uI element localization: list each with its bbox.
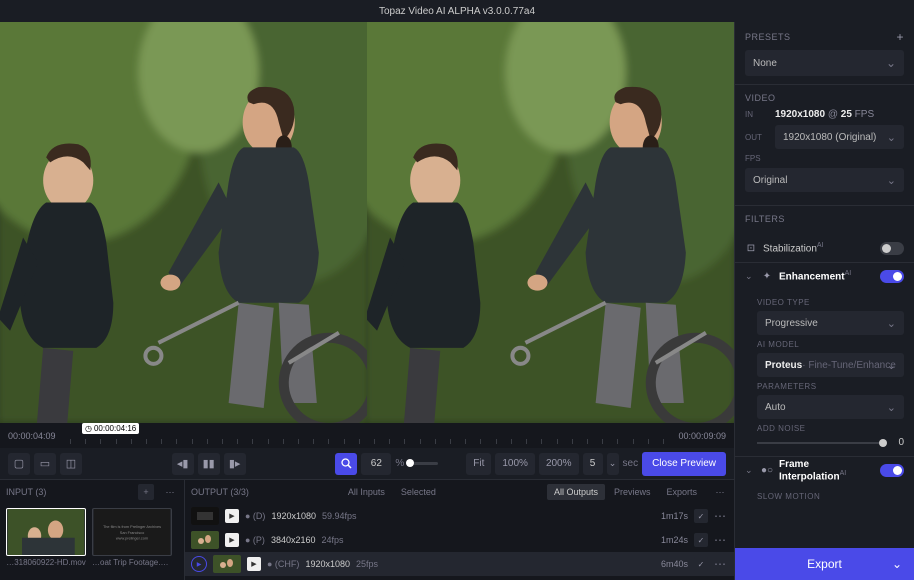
svg-text:San Francisco: San Francisco (120, 531, 144, 535)
step-forward-button[interactable]: ▮▸ (224, 453, 246, 475)
output-row[interactable]: ▶ ▶ ● (CHF) 1920x1080 25fps 6m40s ✓ ⋯ (185, 552, 734, 576)
playhead[interactable]: ◷00:00:04:16 (82, 423, 139, 434)
add-noise-label: ADD NOISE (757, 424, 904, 433)
fit-button[interactable]: Fit (466, 453, 491, 475)
filters-header: FILTERS (745, 214, 785, 224)
svg-text:The film is from Prelinger Arc: The film is from Prelinger Archives (103, 525, 161, 529)
tab-exports[interactable]: Exports (659, 484, 704, 500)
enhancement-toggle[interactable] (880, 270, 904, 283)
input-filter-tabs: All Inputs Selected (341, 484, 443, 500)
frames-icon: ●○ (761, 465, 773, 477)
output-filter-tabs: All Outputs Previews Exports (547, 484, 704, 500)
right-sidebar: PRESETS + None VIDEO IN 1920x1080 @ 25 FP… (734, 22, 914, 580)
mark-out-button[interactable]: ◫ (60, 453, 82, 475)
preview-before[interactable] (0, 22, 367, 423)
video-type-dropdown[interactable]: Progressive (757, 311, 904, 335)
close-preview-button[interactable]: Close Preview (642, 452, 726, 476)
out-label: OUT (745, 133, 769, 142)
pause-button[interactable]: ▮▮ (198, 453, 220, 475)
zoom-slider[interactable] (408, 462, 438, 465)
ai-model-dropdown[interactable]: Proteus · Fine-Tune/Enhance (757, 353, 904, 377)
in-resolution: 1920x1080 @ 25 FPS (775, 109, 904, 120)
row-more-icon[interactable]: ⋯ (714, 557, 728, 571)
chevron-down-icon: ⌄ (745, 271, 755, 282)
clock-icon: ◷ (85, 424, 92, 433)
export-button[interactable]: Export (735, 548, 914, 580)
title-bar: Topaz Video AI ALPHA v3.0.0.77a4 (0, 0, 914, 22)
input-thumb[interactable]: The film is from Prelinger Archives San F… (92, 508, 172, 567)
input-header: INPUT (3) (6, 487, 46, 497)
stabilization-icon: ⊡ (745, 242, 757, 254)
row-more-icon[interactable]: ⋯ (714, 533, 728, 547)
parameters-dropdown[interactable]: Auto (757, 395, 904, 419)
ai-model-label: AI MODEL (757, 340, 904, 349)
timeline[interactable]: 00:00:04:09 ◷00:00:04:16 00:00:09:09 (0, 423, 734, 448)
presets-header: PRESETS (745, 32, 791, 42)
tab-all-inputs[interactable]: All Inputs (341, 484, 392, 500)
output-more-icon[interactable]: ⋯ (712, 484, 728, 500)
step-back-button[interactable]: ◂▮ (172, 453, 194, 475)
check-icon[interactable]: ✓ (694, 509, 708, 523)
frame-interpolation-filter[interactable]: ⌄ ●○ Frame InterpolationAI (735, 456, 914, 484)
out-resolution-dropdown[interactable]: 1920x1080 (Original) (775, 125, 904, 149)
play-icon[interactable]: ▶ (247, 557, 261, 571)
mark-range-button[interactable]: ▭ (34, 453, 56, 475)
fps-dropdown[interactable]: Original (745, 168, 904, 192)
preview-area (0, 22, 734, 423)
in-label: IN (745, 110, 769, 119)
output-header: OUTPUT (3/3) (191, 487, 249, 497)
stabilization-filter[interactable]: ⊡ StabilizationAI (735, 234, 914, 262)
zoom-input[interactable] (361, 453, 391, 475)
svg-text:www.prelinger.com: www.prelinger.com (116, 537, 148, 541)
input-thumb[interactable]: …318060922-HD.mov (6, 508, 86, 567)
check-icon[interactable]: ✓ (694, 557, 708, 571)
play-icon[interactable]: ▶ (225, 533, 239, 547)
frame-interpolation-toggle[interactable] (880, 464, 904, 477)
timecode-start: 00:00:04:09 (8, 431, 56, 441)
chevron-down-icon: ⌄ (745, 465, 755, 476)
check-icon[interactable]: ✓ (694, 533, 708, 547)
video-type-label: VIDEO TYPE (757, 298, 904, 307)
parameters-label: PARAMETERS (757, 382, 904, 391)
stabilization-toggle[interactable] (880, 242, 904, 255)
add-noise-value: 0 (890, 437, 904, 448)
seconds-label: sec (623, 458, 639, 469)
sparkle-icon: ✦ (761, 271, 773, 283)
preset-dropdown[interactable]: None (745, 50, 904, 76)
tab-selected[interactable]: Selected (394, 484, 443, 500)
tab-previews[interactable]: Previews (607, 484, 658, 500)
play-icon[interactable]: ▶ (225, 509, 239, 523)
input-panel: INPUT (3) + ⋯ …318060922-HD.mov The film… (0, 480, 185, 580)
transport-controls: ▢ ▭ ◫ ◂▮ ▮▮ ▮▸ % Fit 100% 200% ⌄ sec Clo… (0, 448, 734, 480)
percent-label: % (395, 458, 404, 469)
input-more-icon[interactable]: ⋯ (162, 484, 178, 500)
row-more-icon[interactable]: ⋯ (714, 509, 728, 523)
seconds-stepper[interactable]: ⌄ (607, 453, 619, 475)
video-header: VIDEO (745, 93, 776, 103)
output-panel: OUTPUT (3/3) All Inputs Selected All Out… (185, 480, 734, 580)
zoom-100-button[interactable]: 100% (495, 453, 535, 475)
output-row[interactable]: ▶ ● (P) 3840x2160 24fps 1m24s ✓ ⋯ (185, 528, 734, 552)
tab-all-outputs[interactable]: All Outputs (547, 484, 605, 500)
timeline-ticks (70, 439, 664, 447)
add-preset-button[interactable]: + (896, 30, 904, 44)
zoom-200-button[interactable]: 200% (539, 453, 579, 475)
zoom-tool-button[interactable] (335, 453, 357, 475)
preview-after[interactable] (367, 22, 734, 423)
add-input-button[interactable]: + (138, 484, 154, 500)
playing-icon[interactable]: ▶ (191, 556, 207, 572)
app-title: Topaz Video AI ALPHA v3.0.0.77a4 (379, 6, 535, 17)
fps-label: FPS (745, 154, 769, 163)
mark-in-button[interactable]: ▢ (8, 453, 30, 475)
slow-motion-label: SLOW MOTION (757, 492, 904, 501)
timecode-end: 00:00:09:09 (678, 431, 726, 441)
seconds-input[interactable] (583, 453, 603, 475)
enhancement-filter[interactable]: ⌄ ✦ EnhancementAI (735, 262, 914, 290)
output-row[interactable]: ▶ ● (D) 1920x1080 59.94fps 1m17s ✓ ⋯ (185, 504, 734, 528)
add-noise-slider[interactable] (757, 442, 884, 444)
